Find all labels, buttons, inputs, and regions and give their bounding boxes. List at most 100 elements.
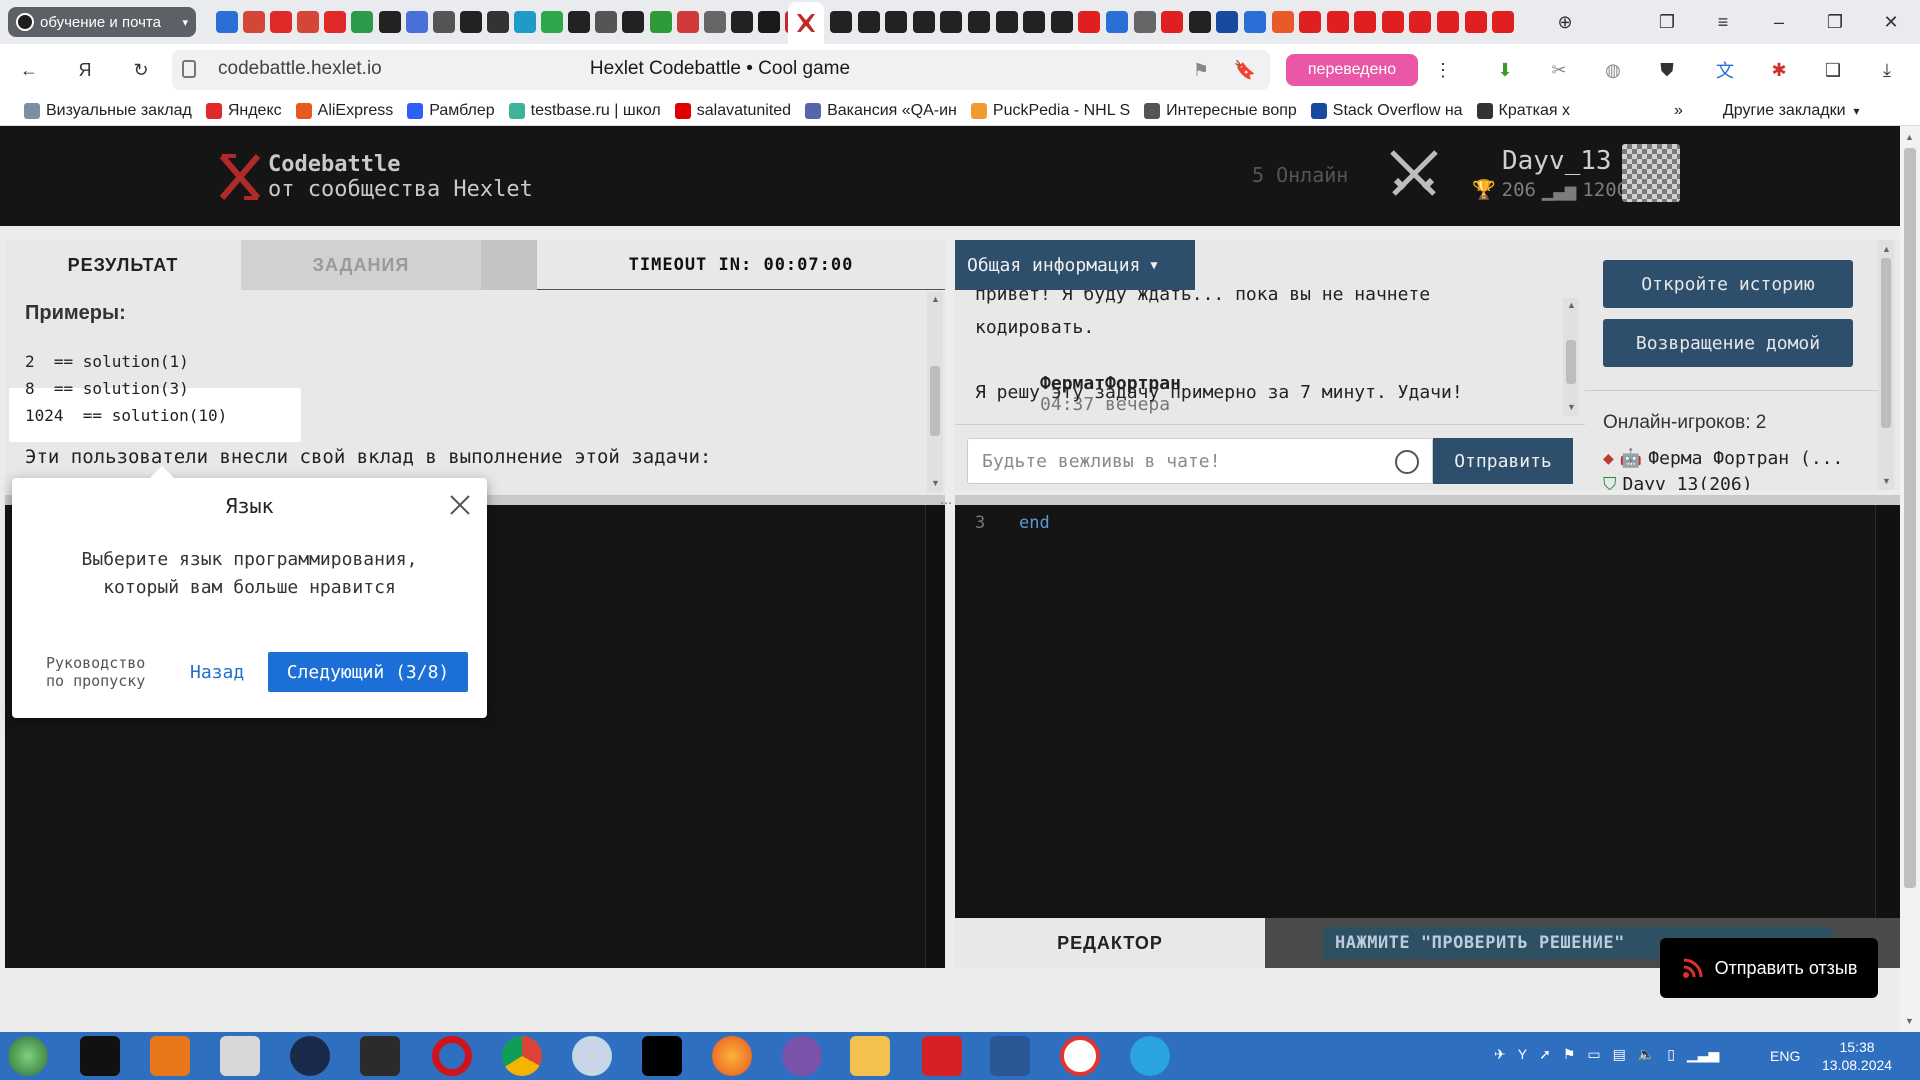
scroll-down-icon[interactable]: ▼ xyxy=(1905,1016,1914,1026)
pinned-tab-favicon-icon[interactable] xyxy=(757,11,780,33)
bookmark-item[interactable]: testbase.ru | школ xyxy=(508,102,661,120)
result-scrollbar[interactable]: ▲ ▼ xyxy=(927,292,943,492)
bookmark-icon[interactable]: 🔖 xyxy=(1228,53,1262,87)
globe-icon[interactable]: ◍ xyxy=(1596,53,1630,87)
yandex-tray-icon[interactable]: Y xyxy=(1518,1046,1527,1063)
system-tray[interactable]: ✈ Y ➚ ⚑ ▭ ▤ 🔈 ▯ ▁▃▅ xyxy=(1494,1046,1719,1063)
network-icon[interactable]: ▤ xyxy=(1613,1046,1626,1063)
code-line[interactable]: end xyxy=(1019,513,1050,533)
pinned-tab-favicon-icon[interactable] xyxy=(1299,11,1322,33)
telegram-icon[interactable] xyxy=(1130,1036,1170,1076)
page-scrollbar[interactable]: ▲ ▼ xyxy=(1900,126,1920,1032)
more-bookmarks-icon[interactable]: » xyxy=(1674,102,1683,120)
file-explorer-icon[interactable] xyxy=(850,1036,890,1076)
pinned-tab-favicon-icon[interactable] xyxy=(541,11,564,33)
download-manager-icon[interactable]: ⬇ xyxy=(1488,53,1522,87)
app-icon[interactable] xyxy=(220,1036,260,1076)
pinned-tab-favicon-icon[interactable] xyxy=(1326,11,1349,33)
chat-scrollbar[interactable]: ▲ ▼ xyxy=(1563,298,1579,416)
bookmark-item[interactable]: Интересные вопр xyxy=(1144,102,1297,120)
bookmark-item[interactable]: salavatunited xyxy=(674,102,791,120)
collections-icon[interactable]: ❑ xyxy=(1816,53,1850,87)
translated-badge[interactable]: переведено xyxy=(1286,54,1418,86)
safari-icon[interactable] xyxy=(572,1036,612,1076)
opera-icon[interactable] xyxy=(432,1036,472,1076)
logo-text[interactable]: Codebattle от сообщества Hexlet xyxy=(268,152,533,202)
pinned-tab-favicon-icon[interactable] xyxy=(1133,11,1156,33)
pinned-tab-favicon-icon[interactable] xyxy=(857,11,880,33)
username[interactable]: Dayv_13 xyxy=(1502,146,1612,176)
scroll-up-icon[interactable]: ▲ xyxy=(1905,132,1914,142)
terminal-icon[interactable] xyxy=(80,1036,120,1076)
tab-group[interactable]: обучение и почта ▾ xyxy=(8,7,196,37)
player-item[interactable]: ◆ 🤖 Ферма Фортран (... xyxy=(1603,448,1843,469)
telegram-tray-icon[interactable]: ✈ xyxy=(1494,1046,1506,1063)
scrollbar-thumb[interactable] xyxy=(1881,258,1891,428)
star-extension-icon[interactable]: ✱ xyxy=(1762,53,1796,87)
firefox-icon[interactable] xyxy=(712,1036,752,1076)
pinned-tab-favicon-icon[interactable] xyxy=(1161,11,1184,33)
bookmark-item[interactable]: Визуальные заклад xyxy=(24,102,192,120)
back-arrow-icon[interactable]: ← xyxy=(12,53,46,87)
bookmark-item[interactable]: Яндекс xyxy=(205,102,282,120)
pinned-tab-favicon-icon[interactable] xyxy=(1216,11,1239,33)
send-button[interactable]: Отправить xyxy=(1433,438,1573,484)
pinned-tab-favicon-icon[interactable] xyxy=(1023,11,1046,33)
pinned-tab-favicon-icon[interactable] xyxy=(1243,11,1266,33)
pinned-tab-favicon-icon[interactable] xyxy=(1464,11,1487,33)
pinned-tab-favicon-icon[interactable] xyxy=(940,11,963,33)
bookmark-item[interactable]: Рамблер xyxy=(407,102,495,120)
calendar-app-icon[interactable] xyxy=(290,1036,330,1076)
go-home-button[interactable]: Возвращение домой xyxy=(1603,319,1853,367)
pinned-tab-favicon-icon[interactable] xyxy=(1437,11,1460,33)
avatar[interactable] xyxy=(1622,144,1680,202)
pinned-tab-favicon-icon[interactable] xyxy=(1381,11,1404,33)
player-item[interactable]: ⛉ Dayv_13(206) xyxy=(1603,474,1753,490)
tab-tasks[interactable]: ЗАДАНИЯ xyxy=(241,240,481,290)
pinned-tab-favicon-icon[interactable] xyxy=(351,11,374,33)
tab-editor[interactable]: РЕДАКТОР xyxy=(955,918,1265,968)
chat-input[interactable]: Будьте вежливы в чате! xyxy=(967,438,1433,484)
pinned-tab-favicon-icon[interactable] xyxy=(1409,11,1432,33)
close-icon[interactable] xyxy=(447,492,473,518)
next-button[interactable]: Следующий (3/8) xyxy=(268,652,468,692)
pinned-tab-favicon-icon[interactable] xyxy=(885,11,908,33)
battery-icon[interactable]: ▯ xyxy=(1667,1046,1675,1063)
keyboard-language[interactable]: ENG xyxy=(1770,1048,1800,1064)
pinned-tab-favicon-icon[interactable] xyxy=(459,11,482,33)
scroll-down-icon[interactable]: ▼ xyxy=(931,478,940,488)
signal-icon[interactable]: ▁▃▅ xyxy=(1687,1046,1719,1063)
yandex-home-icon[interactable]: Я xyxy=(68,53,102,87)
editor-scrollbar[interactable] xyxy=(1875,505,1900,918)
volume-icon[interactable]: 🔈 xyxy=(1638,1046,1655,1063)
pinned-tab-favicon-icon[interactable] xyxy=(514,11,537,33)
pinned-tab-favicon-icon[interactable] xyxy=(1105,11,1128,33)
pdf-reader-icon[interactable] xyxy=(922,1036,962,1076)
right-code-editor[interactable]: 3 end xyxy=(955,505,1900,918)
pinned-tab-favicon-icon[interactable] xyxy=(595,11,618,33)
scroll-up-icon[interactable]: ▲ xyxy=(1567,300,1576,310)
pinned-tab-favicon-icon[interactable] xyxy=(243,11,266,33)
scrollbar-thumb[interactable] xyxy=(930,366,940,436)
pinned-tab-favicon-icon[interactable] xyxy=(405,11,428,33)
pinned-tab-favicon-icon[interactable] xyxy=(912,11,935,33)
restore-icon[interactable]: ❐ xyxy=(1818,5,1852,39)
pinned-tab-favicon-icon[interactable] xyxy=(967,11,990,33)
swords-icon[interactable] xyxy=(1384,148,1444,202)
codebattle-logo-icon[interactable] xyxy=(218,152,262,202)
pinned-tab-favicon-icon[interactable] xyxy=(1078,11,1101,33)
bookmark-item[interactable]: AliExpress xyxy=(295,102,393,120)
pinned-tab-favicon-icon[interactable] xyxy=(486,11,509,33)
tab-result[interactable]: РЕЗУЛЬТАТ xyxy=(5,240,241,290)
feedback-button[interactable]: Отправить отзыв xyxy=(1660,938,1878,998)
bookmark-item[interactable]: PuckPedia - NHL S xyxy=(970,102,1130,120)
pinned-tab-favicon-icon[interactable] xyxy=(830,11,852,33)
pinned-tab-favicon-icon[interactable] xyxy=(1188,11,1211,33)
more-dots-icon[interactable]: ⋮ xyxy=(1426,53,1460,87)
new-tab-icon[interactable]: ⊕ xyxy=(1548,5,1582,39)
minimize-icon[interactable]: – xyxy=(1762,5,1796,39)
scrollbar-thumb[interactable] xyxy=(1566,340,1576,384)
reload-icon[interactable]: ↻ xyxy=(124,53,158,87)
clock[interactable]: 15:38 13.08.2024 xyxy=(1822,1038,1892,1074)
bookmark-item[interactable]: Краткая х xyxy=(1476,102,1570,120)
